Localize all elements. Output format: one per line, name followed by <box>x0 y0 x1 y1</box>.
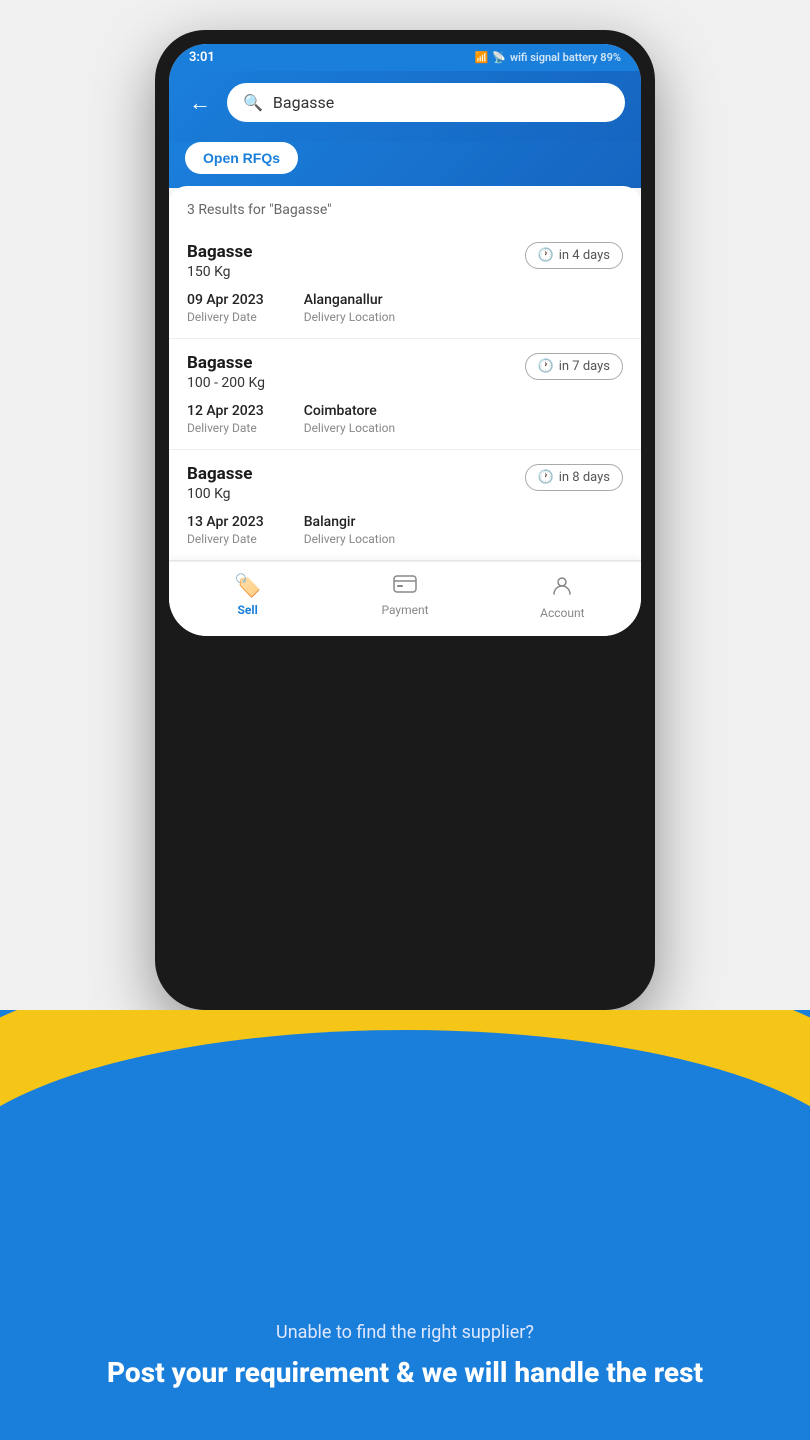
search-icon: 🔍 <box>243 93 263 112</box>
card-1-qty: 150 Kg <box>187 264 252 280</box>
bottom-nav: 🏷️ Sell Payment <box>169 561 641 636</box>
search-bar[interactable]: 🔍 Bagasse <box>227 83 625 122</box>
account-icon <box>551 574 573 602</box>
result-card-1[interactable]: Bagasse 150 Kg 🕐 in 4 days 09 Apr 2023 D… <box>169 228 641 339</box>
card-3-date: 13 Apr 2023 <box>187 514 264 530</box>
bottom-text: Unable to find the right supplier? Post … <box>67 1322 743 1390</box>
card-1-title: Bagasse <box>187 242 252 262</box>
signal-icon: 📡 <box>492 51 506 64</box>
card-3-location: Balangir <box>304 514 395 530</box>
card-2-time-badge: 🕐 in 7 days <box>525 353 623 380</box>
open-rfq-button[interactable]: Open RFQs <box>185 142 298 174</box>
status-icons: 📶 📡 wifi signal battery 89% <box>475 51 621 64</box>
card-2-date: 12 Apr 2023 <box>187 403 264 419</box>
nav-payment[interactable]: Payment <box>326 570 483 624</box>
card-1-location: Alanganallur <box>304 292 395 308</box>
bottom-subtitle: Unable to find the right supplier? <box>107 1322 703 1343</box>
wifi-icon: 📶 <box>475 51 489 64</box>
nav-payment-label: Payment <box>381 603 428 617</box>
card-3-qty: 100 Kg <box>187 486 252 502</box>
card-3-time-badge: 🕐 in 8 days <box>525 464 623 491</box>
clock-icon-2: 🕐 <box>538 359 554 374</box>
clock-icon-1: 🕐 <box>538 248 554 263</box>
bottom-section: Unable to find the right supplier? Post … <box>0 1010 810 1440</box>
nav-account[interactable]: Account <box>484 570 641 624</box>
status-bar: 3:01 📶 📡 wifi signal battery 89% <box>169 44 641 71</box>
search-input[interactable]: Bagasse <box>273 93 334 112</box>
result-card-3[interactable]: Bagasse 100 Kg 🕐 in 8 days 13 Apr 2023 D… <box>169 450 641 561</box>
bottom-title: Post your requirement & we will handle t… <box>107 1355 703 1390</box>
card-3-title: Bagasse <box>187 464 252 484</box>
card-2-qty: 100 - 200 Kg <box>187 375 265 391</box>
result-card-2[interactable]: Bagasse 100 - 200 Kg 🕐 in 7 days 12 Apr … <box>169 339 641 450</box>
header: ← 🔍 Bagasse <box>169 71 641 142</box>
card-2-title: Bagasse <box>187 353 265 373</box>
sell-icon: 🏷️ <box>234 574 261 599</box>
nav-account-label: Account <box>540 606 584 620</box>
clock-icon-3: 🕐 <box>538 470 554 485</box>
phone-screen: 3:01 📶 📡 wifi signal battery 89% ← 🔍 Bag… <box>169 44 641 636</box>
payment-icon <box>393 574 417 599</box>
filter-area: Open RFQs <box>169 142 641 188</box>
results-panel: 3 Results for "Bagasse" Bagasse 150 Kg 🕐… <box>169 186 641 636</box>
nav-sell-label: Sell <box>238 603 258 617</box>
phone-shell: 3:01 📶 📡 wifi signal battery 89% ← 🔍 Bag… <box>155 30 655 1010</box>
card-2-location: Coimbatore <box>304 403 395 419</box>
battery-text: wifi signal battery 89% <box>510 51 621 64</box>
card-1-time-badge: 🕐 in 4 days <box>525 242 623 269</box>
status-time: 3:01 <box>189 50 215 65</box>
results-summary: 3 Results for "Bagasse" <box>169 186 641 228</box>
card-1-date: 09 Apr 2023 <box>187 292 264 308</box>
nav-sell[interactable]: 🏷️ Sell <box>169 570 326 624</box>
blue-inner-arc <box>0 1030 810 1330</box>
back-button[interactable]: ← <box>185 86 215 120</box>
